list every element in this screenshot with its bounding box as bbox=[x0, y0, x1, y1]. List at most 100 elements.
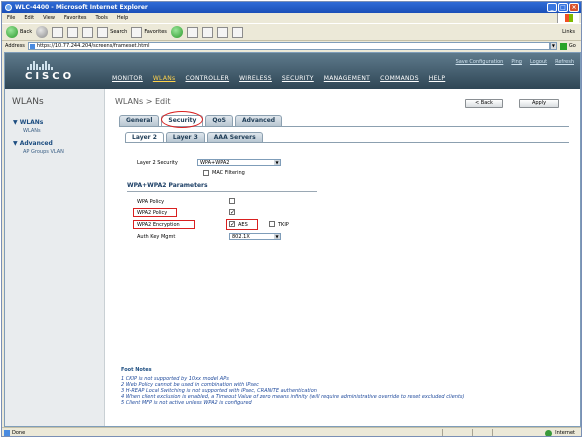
aes-checkbox[interactable]: ✓ bbox=[229, 221, 235, 228]
wpa2-policy-label: WPA2 Policy bbox=[137, 210, 168, 216]
menu-tools[interactable]: Tools bbox=[96, 13, 108, 23]
subtabs-divider bbox=[125, 142, 569, 143]
status-text: Done bbox=[12, 430, 26, 436]
chevron-down-icon: ▼ bbox=[274, 234, 280, 239]
cisco-bars-icon bbox=[25, 61, 74, 70]
forward-arrow-icon[interactable] bbox=[36, 26, 49, 38]
wpa-policy-label: WPA Policy bbox=[137, 199, 165, 205]
ie-icon bbox=[5, 4, 12, 11]
status-bar: Done Internet bbox=[2, 427, 581, 436]
nav-help[interactable]: HELP bbox=[429, 75, 445, 82]
star-icon bbox=[131, 26, 143, 38]
menu-view[interactable]: View bbox=[43, 13, 55, 23]
save-configuration-link[interactable]: Save Configuration bbox=[456, 59, 504, 65]
footnotes-title: Foot Notes bbox=[121, 367, 152, 373]
menu-help[interactable]: Help bbox=[117, 13, 128, 23]
section-rule bbox=[127, 191, 317, 192]
menu-file[interactable]: File bbox=[7, 13, 15, 23]
layer2-security-select[interactable]: WPA+WPA2 ▼ bbox=[197, 159, 281, 166]
browser-window: WLC-4400 - Microsoft Internet Explorer _… bbox=[1, 1, 582, 437]
address-input[interactable]: https://10.77.244.204/screens/frameset.h… bbox=[27, 42, 550, 50]
menu-favorites[interactable]: Favorites bbox=[64, 13, 87, 23]
footnotes: Foot Notes 1 CKIP is not supported by 10… bbox=[121, 367, 571, 406]
menu-bar: File Edit View Favorites Tools Help bbox=[2, 13, 581, 23]
mac-filtering-label: MAC Filtering bbox=[212, 170, 245, 176]
tab-advanced[interactable]: Advanced bbox=[234, 115, 283, 126]
tkip-checkbox[interactable] bbox=[269, 221, 275, 227]
left-sidebar: WLANs ▼ WLANs WLANs ▼ Advanced AP Groups… bbox=[5, 89, 105, 426]
subtab-layer3[interactable]: Layer 3 bbox=[165, 132, 205, 142]
menu-edit[interactable]: Edit bbox=[24, 13, 34, 23]
page-title: WLANs > Edit bbox=[115, 97, 171, 106]
window-title: WLC-4400 - Microsoft Internet Explorer bbox=[15, 4, 148, 11]
go-arrow-icon bbox=[559, 42, 567, 50]
wpa2-policy-checkbox[interactable]: ✓ bbox=[229, 209, 235, 216]
sub-tabs: Layer 2 Layer 3 AAA Servers bbox=[125, 132, 263, 142]
subtab-layer2[interactable]: Layer 2 bbox=[125, 132, 164, 142]
edit-icon[interactable] bbox=[216, 26, 228, 38]
links-label[interactable]: Links bbox=[562, 29, 575, 35]
back-button[interactable]: Back bbox=[6, 26, 32, 38]
apply-button[interactable]: Apply bbox=[519, 99, 559, 108]
expand-arrow-icon: ▼ bbox=[13, 119, 20, 126]
ping-link[interactable]: Ping bbox=[511, 59, 522, 65]
print-icon[interactable] bbox=[201, 26, 213, 38]
sidebar-group-advanced[interactable]: ▼ Advanced bbox=[13, 140, 53, 147]
globe-icon bbox=[545, 429, 553, 436]
refresh-link[interactable]: Refresh bbox=[555, 59, 574, 65]
nav-wlans[interactable]: WLANs bbox=[153, 75, 176, 82]
auth-key-mgmt-select[interactable]: 802.1X ▼ bbox=[229, 233, 281, 240]
wpa2-encryption-label: WPA2 Encryption bbox=[137, 222, 180, 228]
security-zone: Internet bbox=[545, 428, 575, 436]
mac-filtering-checkbox[interactable] bbox=[203, 170, 209, 176]
favorites-button[interactable]: Favorites bbox=[131, 26, 167, 38]
messenger-icon[interactable] bbox=[231, 26, 243, 38]
stop-icon[interactable] bbox=[52, 26, 64, 38]
nav-security[interactable]: SECURITY bbox=[282, 75, 314, 82]
nav-monitor[interactable]: MONITOR bbox=[112, 75, 143, 82]
maximize-button[interactable]: □ bbox=[558, 3, 568, 12]
subtab-aaa-servers[interactable]: AAA Servers bbox=[206, 132, 263, 142]
minimize-button[interactable]: _ bbox=[547, 3, 557, 12]
toolbar: Back Search Favorites Links bbox=[2, 23, 581, 41]
search-button[interactable]: Search bbox=[97, 26, 127, 38]
chevron-down-icon: ▼ bbox=[274, 160, 280, 165]
windows-logo-icon bbox=[557, 13, 579, 23]
go-button[interactable]: Go bbox=[559, 42, 576, 50]
home-icon[interactable] bbox=[82, 26, 94, 38]
layer2-security-label: Layer 2 Security bbox=[137, 160, 178, 166]
nav-wireless[interactable]: WIRELESS bbox=[239, 75, 272, 82]
main-content: WLANs > Edit < Back Apply General Securi… bbox=[111, 89, 580, 426]
nav-management[interactable]: MANAGEMENT bbox=[324, 75, 370, 82]
search-icon bbox=[97, 26, 109, 38]
sidebar-item-wlans[interactable]: WLANs bbox=[23, 128, 41, 134]
footnote-5: 5 Client MFP is not active unless WPA2 i… bbox=[121, 400, 252, 406]
cisco-wordmark: CISCO bbox=[25, 71, 75, 82]
security-tab-highlight bbox=[161, 111, 203, 128]
main-nav: MONITOR WLANs CONTROLLER WIRELESS SECURI… bbox=[112, 75, 445, 82]
back-page-button[interactable]: < Back bbox=[465, 99, 503, 108]
sidebar-group-wlans[interactable]: ▼ WLANs bbox=[13, 119, 43, 126]
expand-arrow-icon: ▼ bbox=[13, 140, 20, 147]
nav-commands[interactable]: COMMANDS bbox=[380, 75, 419, 82]
sidebar-title: WLANs bbox=[12, 97, 44, 107]
page-viewport: CISCO Save Configuration Ping Logout Ref… bbox=[4, 52, 581, 427]
address-bar: Address https://10.77.244.204/screens/fr… bbox=[2, 41, 581, 51]
cisco-logo: CISCO bbox=[25, 61, 74, 82]
sidebar-item-ap-groups-vlan[interactable]: AP Groups VLAN bbox=[23, 149, 64, 155]
close-button[interactable]: × bbox=[569, 3, 579, 12]
wpa-policy-checkbox[interactable] bbox=[229, 198, 235, 204]
logout-link[interactable]: Logout bbox=[530, 59, 547, 65]
title-bar: WLC-4400 - Microsoft Internet Explorer _… bbox=[2, 2, 581, 13]
mail-icon[interactable] bbox=[186, 26, 198, 38]
history-icon[interactable] bbox=[170, 26, 183, 38]
address-dropdown-icon[interactable]: ▼ bbox=[549, 42, 557, 50]
aes-label: AES bbox=[238, 222, 248, 228]
tab-general[interactable]: General bbox=[119, 115, 160, 126]
tab-qos[interactable]: QoS bbox=[205, 115, 233, 126]
nav-controller[interactable]: CONTROLLER bbox=[185, 75, 229, 82]
refresh-icon[interactable] bbox=[67, 26, 79, 38]
params-section-title: WPA+WPA2 Parameters bbox=[127, 182, 208, 189]
back-arrow-icon bbox=[6, 26, 18, 38]
cisco-header: CISCO Save Configuration Ping Logout Ref… bbox=[5, 53, 580, 89]
